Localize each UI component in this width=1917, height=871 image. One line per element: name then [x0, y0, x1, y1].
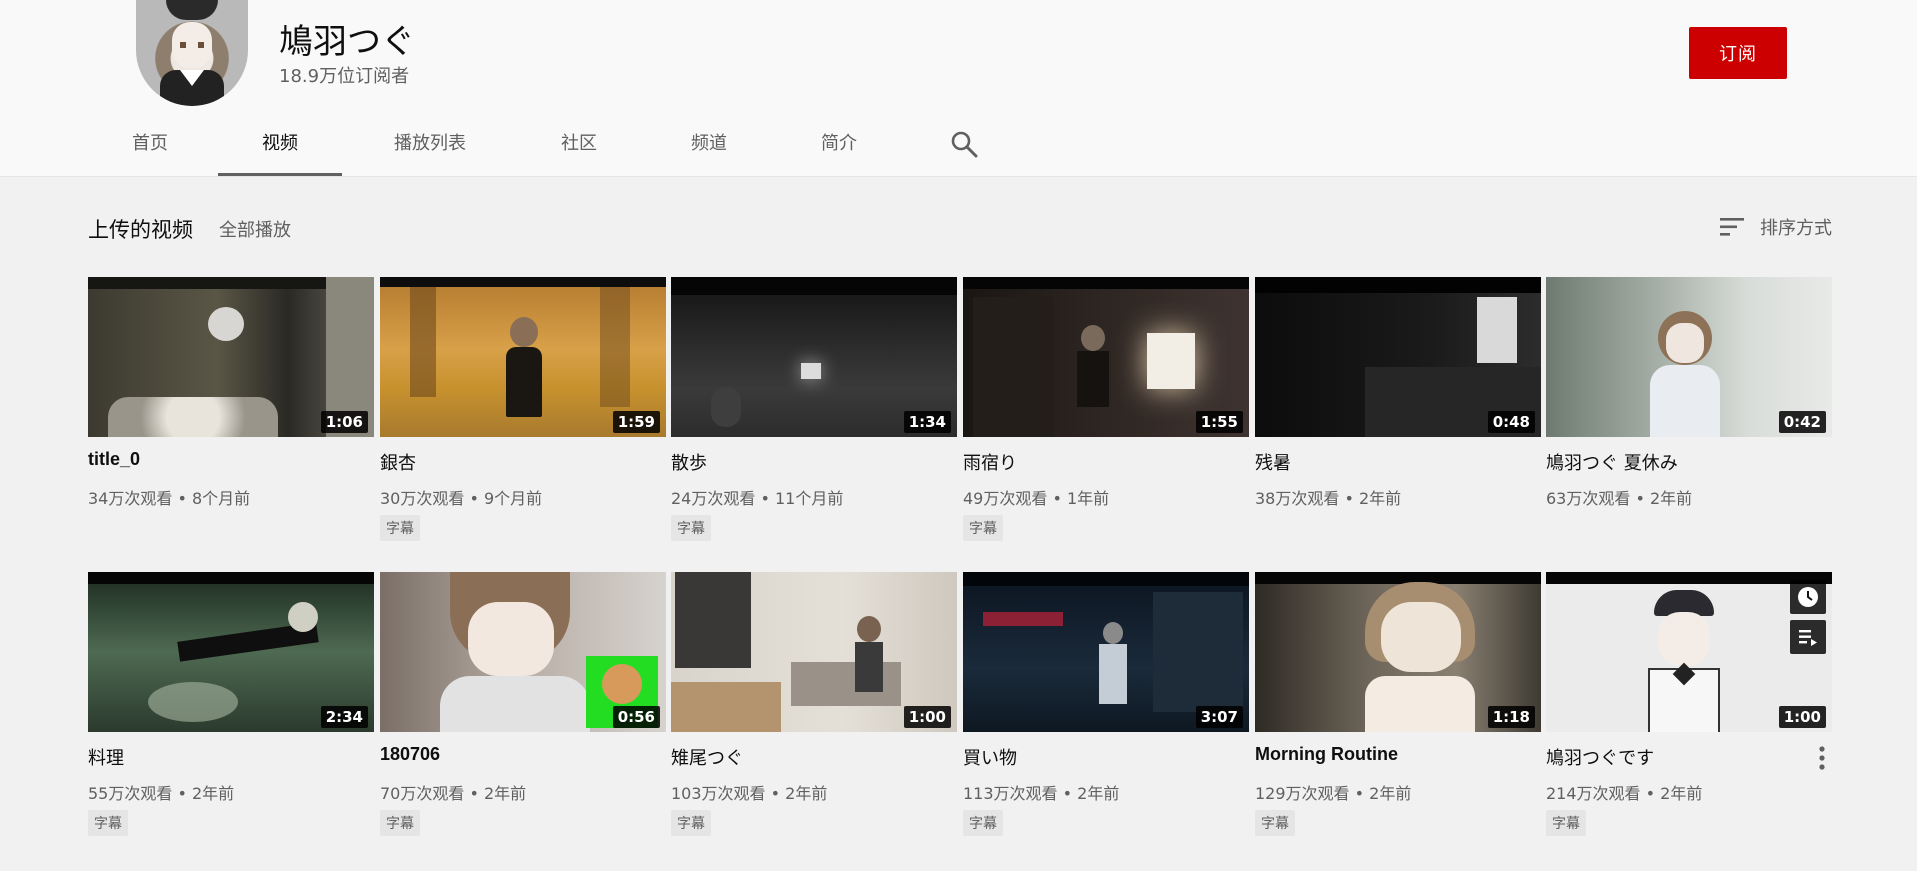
video-title[interactable]: 散歩	[671, 449, 707, 475]
video-meta: 24万次观看 • 11个月前	[671, 489, 844, 508]
subscribe-button[interactable]: 订阅	[1689, 27, 1787, 79]
channel-header: 鳩羽つぐ 18.9万位订阅者 订阅 首页 视频 播放列表 社区 频道 简介	[0, 0, 1917, 177]
video-title[interactable]: 買い物	[963, 744, 1017, 770]
channel-name: 鳩羽つぐ	[279, 22, 415, 62]
video-title[interactable]: 鳩羽つぐです	[1546, 744, 1654, 770]
more-vert-icon[interactable]	[1812, 744, 1832, 772]
video-thumbnail[interactable]: 1:59	[380, 277, 666, 437]
video-thumbnail[interactable]: 0:56	[380, 572, 666, 732]
sort-button[interactable]: 排序方式	[1720, 212, 1832, 242]
subtitle-badge: 字幕	[671, 810, 711, 836]
sort-label: 排序方式	[1760, 218, 1832, 239]
video-duration: 1:00	[1778, 706, 1826, 728]
video-meta: 49万次观看 • 1年前	[963, 489, 1110, 508]
channel-avatar[interactable]	[136, 0, 248, 106]
video-meta: 214万次观看 • 2年前	[1546, 784, 1703, 803]
video-meta: 70万次观看 • 2年前	[380, 784, 527, 803]
queue-icon	[1799, 630, 1817, 646]
subtitle-badge: 字幕	[88, 810, 128, 836]
video-meta: 63万次观看 • 2年前	[1546, 489, 1693, 508]
subtitle-badge: 字幕	[380, 515, 420, 541]
subtitle-badge: 字幕	[671, 515, 711, 541]
video-meta: 113万次观看 • 2年前	[963, 784, 1120, 803]
video-title[interactable]: 180706	[380, 744, 440, 765]
subtitle-badge: 字幕	[1255, 810, 1295, 836]
video-thumbnail[interactable]: 1:55	[963, 277, 1249, 437]
video-title[interactable]: 雨宿り	[963, 449, 1017, 475]
subtitle-badge: 字幕	[1546, 810, 1586, 836]
video-duration: 1:06	[320, 411, 368, 433]
video-duration: 0:42	[1778, 411, 1826, 433]
subscriber-count: 18.9万位订阅者	[279, 66, 410, 87]
video-duration: 0:56	[612, 706, 660, 728]
video-title[interactable]: title_0	[88, 449, 140, 470]
video-duration: 2:34	[320, 706, 368, 728]
video-title[interactable]: 鳩羽つぐ 夏休み	[1546, 449, 1678, 475]
play-all-link[interactable]: 全部播放	[219, 216, 291, 242]
tab-playlists[interactable]: 播放列表	[390, 120, 470, 176]
subtitle-badge: 字幕	[963, 515, 1003, 541]
video-duration: 1:00	[903, 706, 951, 728]
video-meta: 129万次观看 • 2年前	[1255, 784, 1412, 803]
video-title[interactable]: 料理	[88, 744, 124, 770]
section-title: 上传的视频	[88, 218, 193, 242]
video-thumbnail[interactable]: 0:42	[1546, 277, 1832, 437]
video-thumbnail[interactable]: 1:06	[88, 277, 374, 437]
tab-home[interactable]: 首页	[130, 120, 170, 176]
video-meta: 103万次观看 • 2年前	[671, 784, 828, 803]
video-duration: 0:48	[1487, 411, 1535, 433]
video-duration: 1:18	[1487, 706, 1535, 728]
video-thumbnail[interactable]: 2:34	[88, 572, 374, 732]
video-title[interactable]: 雉尾つぐ	[671, 744, 743, 770]
video-thumbnail[interactable]: 1:00	[671, 572, 957, 732]
video-thumbnail[interactable]: 3:07	[963, 572, 1249, 732]
video-meta: 38万次观看 • 2年前	[1255, 489, 1402, 508]
video-title[interactable]: 銀杏	[380, 449, 416, 475]
tab-videos[interactable]: 视频	[218, 120, 342, 176]
search-icon[interactable]	[950, 130, 978, 158]
video-duration: 1:59	[612, 411, 660, 433]
tab-community[interactable]: 社区	[558, 120, 600, 176]
video-thumbnail[interactable]: 1:34	[671, 277, 957, 437]
sort-icon	[1720, 218, 1744, 236]
video-thumbnail[interactable]: 1:18	[1255, 572, 1541, 732]
video-thumbnail[interactable]: 0:48	[1255, 277, 1541, 437]
video-meta: 30万次观看 • 9个月前	[380, 489, 543, 508]
add-to-queue-button[interactable]	[1790, 620, 1826, 654]
video-meta: 55万次观看 • 2年前	[88, 784, 235, 803]
video-meta: 34万次观看 • 8个月前	[88, 489, 251, 508]
tab-about[interactable]: 简介	[818, 120, 860, 176]
video-title[interactable]: 残暑	[1255, 449, 1291, 475]
clock-icon	[1798, 587, 1818, 607]
subtitle-badge: 字幕	[380, 810, 420, 836]
video-thumbnail[interactable]: 1:00	[1546, 572, 1832, 732]
video-duration: 1:34	[903, 411, 951, 433]
video-title[interactable]: Morning Routine	[1255, 744, 1398, 765]
video-duration: 3:07	[1195, 706, 1243, 728]
watch-later-button[interactable]	[1790, 580, 1826, 614]
video-duration: 1:55	[1195, 411, 1243, 433]
tab-channels[interactable]: 频道	[688, 120, 730, 176]
subtitle-badge: 字幕	[963, 810, 1003, 836]
